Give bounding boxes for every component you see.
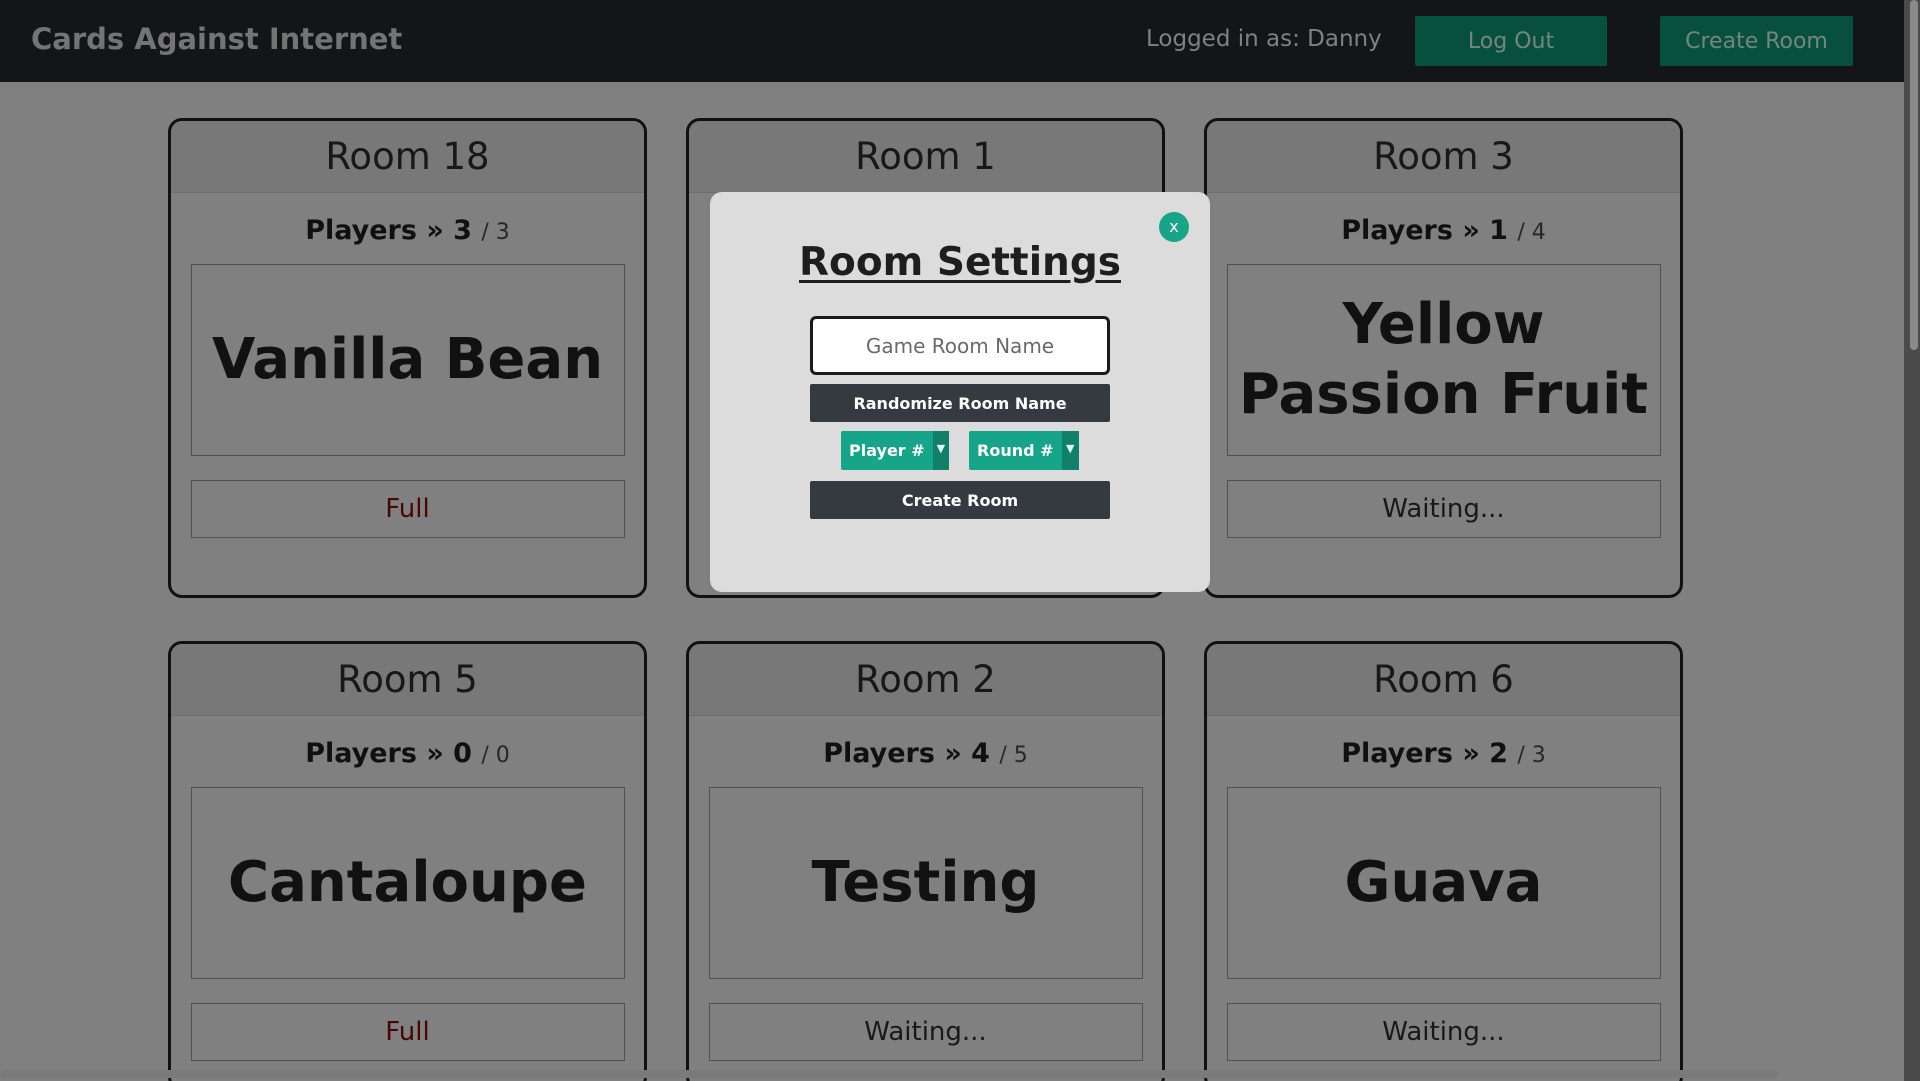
modal-title: Room Settings (799, 240, 1121, 285)
round-count-select[interactable]: Round # ▼ (969, 431, 1079, 470)
randomize-room-name-button[interactable]: Randomize Room Name (810, 384, 1110, 422)
modal-create-room-button[interactable]: Create Room (810, 481, 1110, 519)
chevron-down-icon: ▼ (932, 431, 949, 470)
horizontal-scrollbar[interactable] (0, 1070, 1778, 1078)
room-settings-modal: x Room Settings Randomize Room Name Play… (710, 192, 1210, 592)
round-select-label: Round # (977, 441, 1054, 460)
player-select-label: Player # (849, 441, 925, 460)
vertical-scrollbar-thumb[interactable] (1910, 0, 1918, 350)
close-icon[interactable]: x (1159, 212, 1189, 242)
chevron-down-icon: ▼ (1061, 431, 1079, 470)
room-name-input[interactable] (810, 316, 1110, 375)
player-count-select[interactable]: Player # ▼ (841, 431, 949, 470)
